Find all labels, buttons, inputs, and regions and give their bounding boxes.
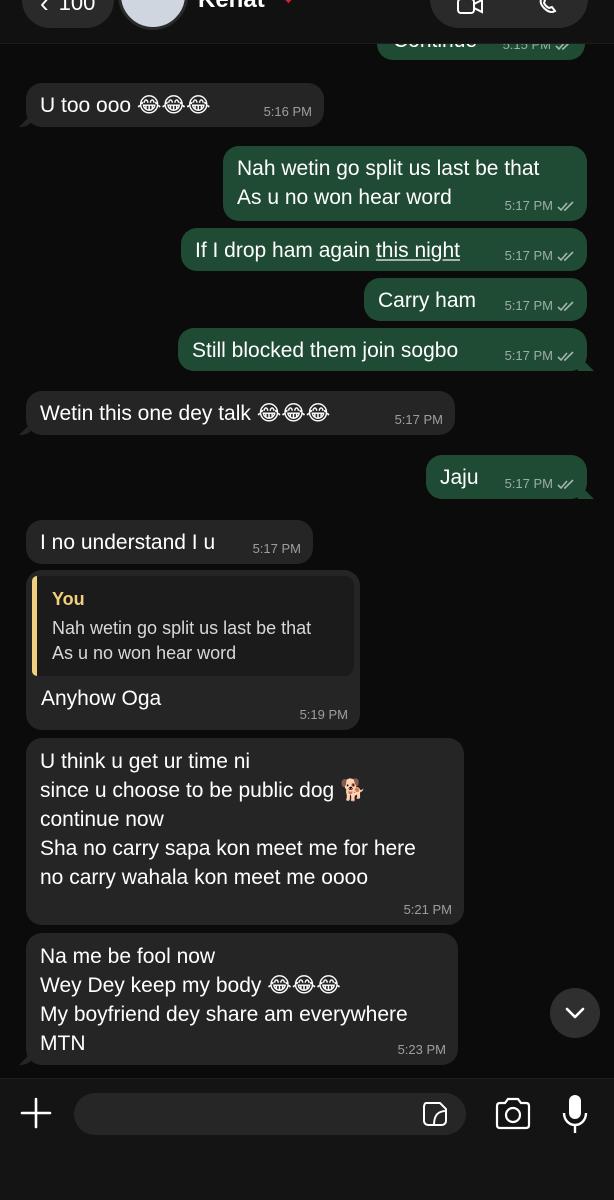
camera-icon[interactable]	[494, 1097, 532, 1131]
message-incoming[interactable]: U too ooo 😂😂😂 5:16 PM	[26, 83, 324, 127]
avatar[interactable]	[118, 0, 188, 30]
phone-icon[interactable]	[536, 0, 562, 16]
message-incoming[interactable]: Na me be fool now Wey Dey keep my body 😂…	[26, 933, 458, 1065]
message-outgoing[interactable]: Continue 5:15 PM	[377, 44, 585, 60]
message-meta: 5:17 PM	[505, 199, 575, 213]
message-time: 5:17 PM	[504, 248, 553, 263]
sticker-icon[interactable]	[420, 1099, 450, 1129]
contact-name[interactable]: Kehat	[198, 0, 265, 14]
message-meta: 5:17 PM	[253, 542, 301, 556]
unread-count: 100	[58, 0, 96, 15]
message-meta: 5:17 PM	[505, 477, 575, 491]
message-time: 5:17 PM	[504, 198, 553, 213]
quote-author: You	[52, 589, 85, 609]
message-incoming[interactable]: I no understand I u 5:17 PM	[26, 520, 313, 564]
message-time: 5:23 PM	[397, 1042, 446, 1057]
chevron-left-icon: ‹	[40, 0, 49, 18]
message-outgoing[interactable]: If I drop ham again this night 5:17 PM	[181, 228, 587, 271]
quoted-message[interactable]: You Nah wetin go split us last be that A…	[32, 576, 354, 676]
message-time: 5:19 PM	[299, 707, 348, 722]
video-call-icon[interactable]	[456, 0, 483, 16]
message-list[interactable]: Continue 5:15 PM U too ooo 😂😂😂 5:16 PM N…	[0, 44, 614, 1078]
message-text: U think u get ur time ni since u choose …	[40, 750, 416, 889]
home-indicator-area	[0, 1150, 614, 1200]
message-meta: 5:23 PM	[398, 1043, 446, 1057]
message-time: 5:17 PM	[504, 298, 553, 313]
message-incoming[interactable]: Wetin this one dey talk 😂😂😂 5:17 PM	[26, 391, 455, 435]
message-meta: 5:17 PM	[505, 249, 575, 263]
plus-icon[interactable]	[18, 1095, 54, 1131]
heart-emoji: ❤	[280, 0, 297, 11]
message-meta: 5:17 PM	[395, 413, 443, 427]
scroll-to-bottom-button[interactable]	[550, 988, 600, 1038]
message-time: 5:17 PM	[394, 412, 443, 427]
message-outgoing[interactable]: Still blocked them join sogbo 5:17 PM	[178, 328, 587, 371]
double-check-icon	[557, 250, 574, 261]
message-input[interactable]	[74, 1093, 466, 1135]
message-meta: 5:17 PM	[505, 299, 575, 313]
double-check-icon	[557, 200, 574, 211]
double-check-icon	[557, 478, 574, 489]
microphone-icon[interactable]	[561, 1093, 589, 1135]
message-incoming[interactable]: U think u get ur time ni since u choose …	[26, 738, 464, 925]
date-link[interactable]: this night	[376, 239, 460, 262]
message-meta: 5:16 PM	[264, 105, 312, 119]
message-time: 5:17 PM	[252, 541, 301, 556]
message-time: 5:21 PM	[403, 902, 452, 917]
message-time: 5:17 PM	[504, 476, 553, 491]
message-meta: 5:19 PM	[300, 708, 348, 722]
back-button[interactable]: ‹ 100	[22, 0, 114, 28]
double-check-icon	[557, 300, 574, 311]
quote-text: Nah wetin go split us last be that As u …	[52, 618, 312, 663]
message-time: 5:15 PM	[502, 44, 551, 52]
chat-header: ‹ 100 Kehat ❤	[0, 0, 614, 44]
message-time: 5:17 PM	[504, 348, 553, 363]
call-actions	[430, 0, 588, 28]
message-meta: 5:17 PM	[505, 349, 575, 363]
message-text: Na me be fool now Wey Dey keep my body 😂…	[40, 945, 408, 1055]
message-outgoing[interactable]: Nah wetin go split us last be that As u …	[223, 146, 587, 221]
double-check-icon	[557, 350, 574, 361]
message-meta: 5:15 PM	[503, 44, 573, 52]
message-outgoing[interactable]: Carry ham 5:17 PM	[364, 278, 587, 321]
composer-bar	[0, 1078, 614, 1200]
double-check-icon	[555, 44, 569, 50]
message-text-part: If I drop ham again	[195, 239, 376, 262]
message-text: Wetin this one dey talk 😂😂😂	[40, 402, 331, 425]
message-time: 5:16 PM	[263, 104, 312, 119]
chevron-down-icon	[565, 1007, 585, 1019]
message-meta: 5:21 PM	[404, 903, 452, 917]
message-incoming-reply[interactable]: You Nah wetin go split us last be that A…	[26, 570, 360, 730]
message-outgoing[interactable]: Jaju 5:17 PM	[426, 455, 587, 499]
